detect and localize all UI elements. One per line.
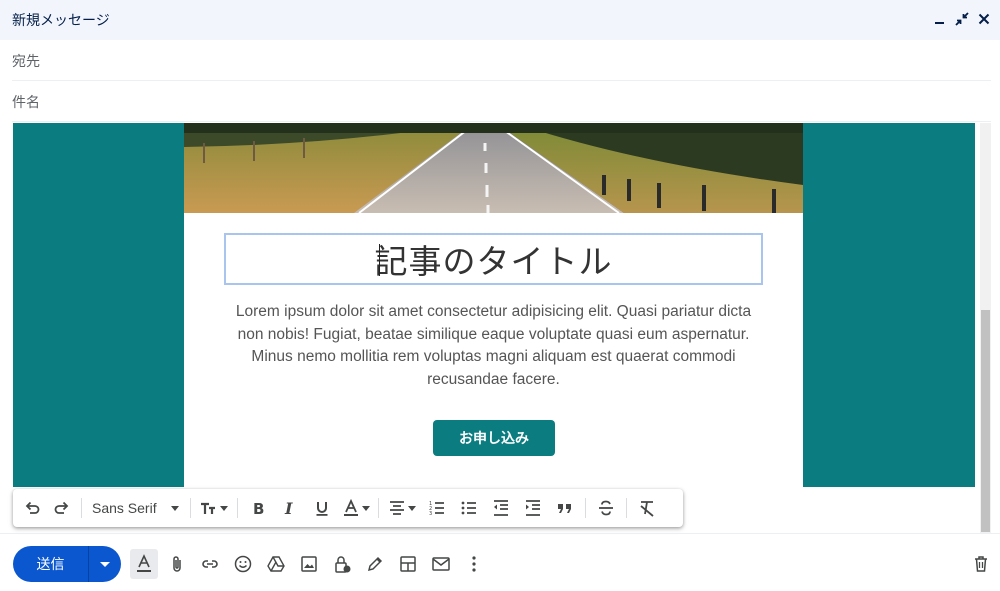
window-controls — [932, 10, 992, 28]
numbered-list-icon[interactable]: 123 — [421, 493, 453, 523]
undo-icon[interactable] — [17, 493, 47, 523]
align-icon[interactable] — [383, 493, 421, 523]
bold-icon[interactable]: B — [242, 493, 274, 523]
layout-icon[interactable] — [394, 549, 422, 579]
emoji-icon[interactable] — [229, 549, 257, 579]
compose-title: 新規メッセージ — [12, 13, 110, 29]
bottom-divider — [0, 533, 1000, 534]
subject-field[interactable]: 件名 — [12, 82, 991, 122]
recipients-label: 宛先 — [12, 53, 40, 70]
attach-icon[interactable] — [163, 549, 191, 579]
body-paragraph[interactable]: Lorem ipsum dolor sit amet consectetur a… — [232, 301, 755, 391]
svg-text:I: I — [284, 499, 293, 517]
redo-icon[interactable] — [47, 493, 77, 523]
minimize-icon[interactable] — [932, 10, 948, 28]
close-icon[interactable] — [976, 10, 992, 28]
exit-fullscreen-icon[interactable] — [954, 10, 970, 28]
email-body[interactable]: 記事のタイトル Lorem ipsum dolor sit amet conse… — [13, 123, 975, 487]
bulleted-list-icon[interactable] — [453, 493, 485, 523]
toolbar-divider — [237, 498, 238, 518]
quote-icon[interactable] — [549, 493, 581, 523]
chevron-down-icon — [408, 505, 416, 511]
svg-text:3: 3 — [429, 511, 432, 517]
article-title[interactable]: 記事のタイトル — [375, 235, 613, 283]
apply-button[interactable]: お申し込み — [433, 420, 555, 456]
compose-actions — [130, 549, 493, 579]
signature-icon[interactable] — [361, 549, 389, 579]
template-icon[interactable] — [427, 549, 455, 579]
text-color-icon[interactable] — [338, 493, 374, 523]
subject-label: 件名 — [12, 94, 40, 111]
underline-icon[interactable] — [306, 493, 338, 523]
email-content-card: 記事のタイトル Lorem ipsum dolor sit amet conse… — [184, 123, 803, 487]
formatting-toolbar: Sans Serif B I 123 — [13, 489, 683, 527]
toolbar-divider — [585, 498, 586, 518]
hero-image — [184, 123, 803, 213]
chevron-down-icon — [170, 505, 179, 511]
toolbar-divider — [81, 498, 82, 518]
text-cursor — [379, 244, 380, 276]
schedule-send-dropdown[interactable] — [89, 561, 121, 567]
article-title-field[interactable]: 記事のタイトル — [224, 233, 763, 285]
confidential-mode-icon[interactable] — [328, 549, 356, 579]
recipients-field[interactable]: 宛先 — [12, 41, 991, 81]
photo-icon[interactable] — [295, 549, 323, 579]
compose-header: 新規メッセージ — [0, 0, 1000, 40]
clear-formatting-icon[interactable] — [631, 493, 663, 523]
toolbar-divider — [190, 498, 191, 518]
font-select[interactable]: Sans Serif — [86, 493, 186, 523]
link-icon[interactable] — [196, 549, 224, 579]
svg-text:B: B — [253, 500, 264, 517]
send-button[interactable]: 送信 — [13, 554, 88, 574]
chevron-down-icon — [100, 561, 110, 567]
indent-more-icon[interactable] — [517, 493, 549, 523]
toolbar-divider — [378, 498, 379, 518]
scrollbar-thumb[interactable] — [981, 310, 990, 532]
toolbar-divider — [626, 498, 627, 518]
chevron-down-icon — [362, 505, 370, 511]
drive-icon[interactable] — [262, 549, 290, 579]
font-name: Sans Serif — [92, 500, 157, 516]
chevron-down-icon — [220, 505, 228, 511]
indent-less-icon[interactable] — [485, 493, 517, 523]
text-size-icon[interactable] — [195, 493, 233, 523]
formatting-options-icon[interactable] — [130, 549, 158, 579]
send-button-group: 送信 — [13, 546, 121, 582]
recipients-input[interactable] — [48, 52, 991, 69]
trash-icon[interactable] — [970, 552, 992, 576]
more-options-icon[interactable] — [460, 549, 488, 579]
italic-icon[interactable]: I — [274, 493, 306, 523]
strikethrough-icon[interactable] — [590, 493, 622, 523]
subject-input[interactable] — [48, 93, 991, 110]
